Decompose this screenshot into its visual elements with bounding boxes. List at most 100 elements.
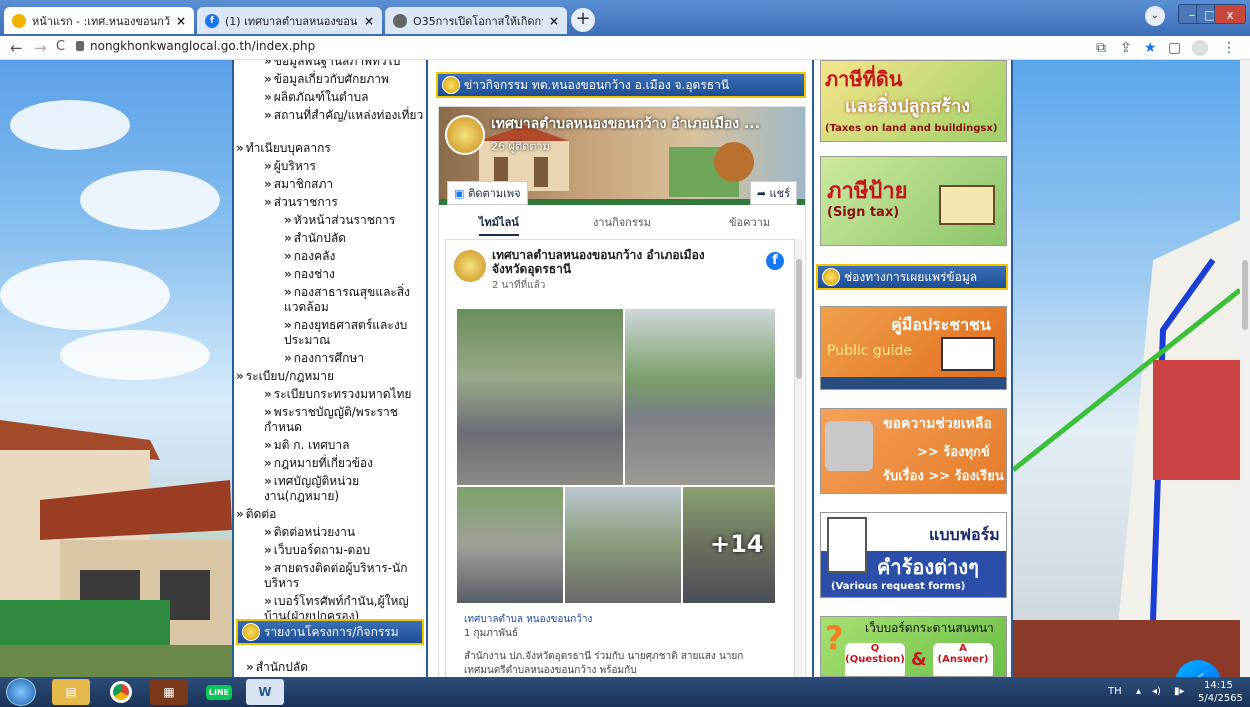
- shared-date: 1 กุมภาพันธ์: [464, 628, 518, 639]
- menu-item[interactable]: » ผลิตภัณฑ์ในตำบล: [264, 90, 424, 105]
- system-tray: TH ▴ ◂) ▮▸ 14:15 5/4/2565: [1100, 677, 1250, 707]
- bookmark-star-icon[interactable]: ★: [1144, 40, 1157, 56]
- side-panel-icon[interactable]: ▢: [1168, 40, 1181, 56]
- share-icon[interactable]: ⇪: [1120, 40, 1132, 56]
- menu-item[interactable]: » พระราชบัญญัติ/พระราชกำหนด: [264, 405, 424, 435]
- language-indicator[interactable]: TH: [1108, 686, 1122, 697]
- sign-tax-banner[interactable]: ภาษีป้าย (Sign tax): [820, 156, 1007, 246]
- page-scrollbar[interactable]: [1240, 60, 1250, 677]
- menu-item[interactable]: » มติ ก. เทศบาล: [264, 438, 424, 453]
- menu-item-label: ข้อมูลพื้นฐานสภาพทั่วไป: [273, 60, 401, 68]
- land-tax-banner[interactable]: ภาษีที่ดิน และสิ่งปลูกสร้าง (Taxes on la…: [820, 60, 1007, 142]
- menu-item[interactable]: » กองคลัง: [284, 249, 424, 264]
- double-chevron-icon: »: [284, 267, 292, 281]
- menu-item[interactable]: » สำนักปลัด: [284, 231, 424, 246]
- facebook-icon[interactable]: f: [766, 252, 784, 270]
- background-right-image: [1011, 60, 1240, 677]
- menu-item[interactable]: » กองยุทธศาสตร์และงบประมาณ: [284, 318, 424, 348]
- menu-item[interactable]: » ทำเนียบบุคลากร: [236, 141, 424, 156]
- fb-scrollbar[interactable]: [795, 239, 803, 677]
- url-input[interactable]: nongkhonkwanglocal.go.th/index.php: [90, 39, 315, 53]
- public-guide-banner[interactable]: คู่มือประชาชน Public guide: [820, 306, 1007, 390]
- shared-page-name[interactable]: เทศบาลตำบล หนองขอนกว้าง: [464, 612, 592, 627]
- fb-page-name[interactable]: เทศบาลตำบลหนองขอนกว้าง อำเภอเมือง ...: [491, 113, 760, 135]
- tab-facebook[interactable]: f (1) เทศบาลตำบลหนองขอนกว้าง อำเภ ×: [197, 7, 382, 34]
- chrome-icon[interactable]: [102, 679, 140, 705]
- tab-o35[interactable]: O35การเปิดโอกาสให้เกิดการมีส่วนร่ว ×: [385, 7, 567, 34]
- tab-messages[interactable]: ข้อความ: [729, 213, 770, 231]
- menu-item[interactable]: » ข้อมูลเกี่ยวกับศักยภาพ: [264, 72, 424, 87]
- menu-item[interactable]: » หัวหน้าส่วนราชการ: [284, 213, 424, 228]
- follow-page-button[interactable]: ▣ ติดตามเพจ: [447, 181, 528, 205]
- back-icon[interactable]: ←: [10, 39, 23, 57]
- share-arrow-icon: ➦: [756, 187, 770, 200]
- menu-item-label: พระราชบัญญัติ/พระราชกำหนด: [264, 405, 398, 434]
- double-chevron-icon: »: [284, 318, 292, 332]
- menu-item[interactable]: » ระเบียบกระทรวงมหาดไทย: [264, 387, 424, 402]
- double-chevron-icon: »: [236, 141, 244, 155]
- menu-item[interactable]: » ติดต่อหน่วยงาน: [264, 525, 424, 540]
- request-forms-banner[interactable]: แบบฟอร์ม คำร้องต่างๆ (Various request fo…: [820, 512, 1007, 598]
- forward-icon[interactable]: →: [34, 39, 47, 57]
- menu-item-label: สายตรงติดต่อผู้บริหาร-นักบริหาร: [264, 561, 408, 590]
- double-chevron-icon: »: [264, 438, 272, 452]
- post-photo-4[interactable]: [564, 486, 682, 604]
- help-request-banner[interactable]: ขอความช่วยเหลือ >> ร้องทุกข์ รับเรื่อง >…: [820, 408, 1007, 494]
- post-time[interactable]: 2 นาทีที่แล้ว: [492, 278, 545, 293]
- tab-title: หน้าแรก - :เทศ.หนองขอนกว้าง อ.เมือ: [32, 14, 170, 28]
- menu-item[interactable]: » สถานที่สำคัญ/แหล่งท่องเที่ยว: [264, 108, 424, 123]
- post-photo-1[interactable]: [456, 308, 624, 486]
- qa-webboard-banner[interactable]: ? เว็บบอร์ดกระดานสนทนา Q (Question) & A (A…: [820, 616, 1007, 677]
- clock-time[interactable]: 14:15: [1204, 680, 1233, 691]
- post-photo-3[interactable]: [456, 486, 564, 604]
- menu-item[interactable]: » เทศบัญญัติหน่วยงาน(กฎหมาย): [264, 474, 424, 504]
- menu-item[interactable]: » กฎหมายที่เกี่ยวข้อง: [264, 456, 424, 471]
- tab-search-icon[interactable]: ⌄: [1145, 6, 1165, 26]
- menu-item[interactable]: » กองช่าง: [284, 267, 424, 282]
- start-button[interactable]: [6, 678, 36, 706]
- profile-avatar-icon[interactable]: [1192, 40, 1208, 56]
- close-window-button[interactable]: x: [1214, 4, 1246, 24]
- globe-ball-icon: [242, 623, 260, 641]
- network-flag-icon[interactable]: ▮▸: [1174, 686, 1185, 697]
- translate-icon[interactable]: ⧉: [1096, 40, 1106, 56]
- post-author[interactable]: เทศบาลตำบลหนองขอนกว้าง อำเภอเมือง จังหวั…: [492, 248, 742, 276]
- double-chevron-icon: »: [264, 60, 272, 68]
- post-avatar[interactable]: [454, 250, 486, 282]
- share-button[interactable]: ➦ แชร์: [749, 181, 797, 205]
- menu-item[interactable]: » ผู้บริหาร: [264, 159, 424, 174]
- app-icon[interactable]: ▦: [150, 679, 188, 705]
- file-explorer-icon[interactable]: ▤: [52, 679, 90, 705]
- menu-kebab-icon[interactable]: ⋮: [1222, 40, 1236, 56]
- reload-icon[interactable]: C: [56, 39, 65, 54]
- volume-icon[interactable]: ◂): [1152, 686, 1161, 697]
- building-image: [0, 420, 232, 677]
- tab-close-icon[interactable]: ×: [176, 14, 186, 28]
- tray-arrow-icon[interactable]: ▴: [1136, 686, 1141, 697]
- fb-page-logo[interactable]: [445, 115, 485, 155]
- menu-item[interactable]: » สมาชิกสภา: [264, 177, 424, 192]
- tab-close-icon[interactable]: ×: [364, 14, 374, 28]
- menu-item[interactable]: » ระเบียบ/กฎหมาย: [236, 369, 424, 384]
- tab-home[interactable]: หน้าแรก - :เทศ.หนองขอนกว้าง อ.เมือ ×: [4, 7, 194, 34]
- menu-item-label: สมาชิกสภา: [273, 177, 334, 191]
- word-icon[interactable]: W: [246, 679, 284, 705]
- menu-item[interactable]: » ติดต่อ: [236, 507, 424, 522]
- tab-timeline[interactable]: ไทม์ไลน์: [479, 213, 519, 236]
- more-photos-count[interactable]: +14: [710, 530, 764, 558]
- menu-item[interactable]: » ข้อมูลพื้นฐานสภาพทั่วไป: [264, 60, 424, 69]
- tab-events[interactable]: งานกิจกรรม: [593, 213, 651, 231]
- browser-tab-bar: หน้าแรก - :เทศ.หนองขอนกว้าง อ.เมือ × f (…: [0, 0, 1250, 36]
- line-icon[interactable]: LINE: [200, 679, 238, 705]
- menu-item-bottom[interactable]: » สำนักปลัด: [246, 660, 308, 675]
- menu-item[interactable]: » ส่วนราชการ: [264, 195, 424, 210]
- post-text: สำนักงาน ปภ.จังหวัดอุดรธานี ร่วมกับ นายศ…: [464, 651, 744, 676]
- clock-date[interactable]: 5/4/2565: [1198, 693, 1243, 704]
- menu-item[interactable]: » กองการศึกษา: [284, 351, 424, 366]
- tab-close-icon[interactable]: ×: [549, 14, 559, 28]
- new-tab-button[interactable]: +: [571, 8, 595, 32]
- post-photo-2[interactable]: [624, 308, 776, 486]
- menu-item[interactable]: » กองสาธารณสุขและสิ่งแวดล้อม: [284, 285, 424, 315]
- menu-item[interactable]: » สายตรงติดต่อผู้บริหาร-นักบริหาร: [264, 561, 424, 591]
- menu-item[interactable]: » เว็บบอร์ดถาม-ตอบ: [264, 543, 424, 558]
